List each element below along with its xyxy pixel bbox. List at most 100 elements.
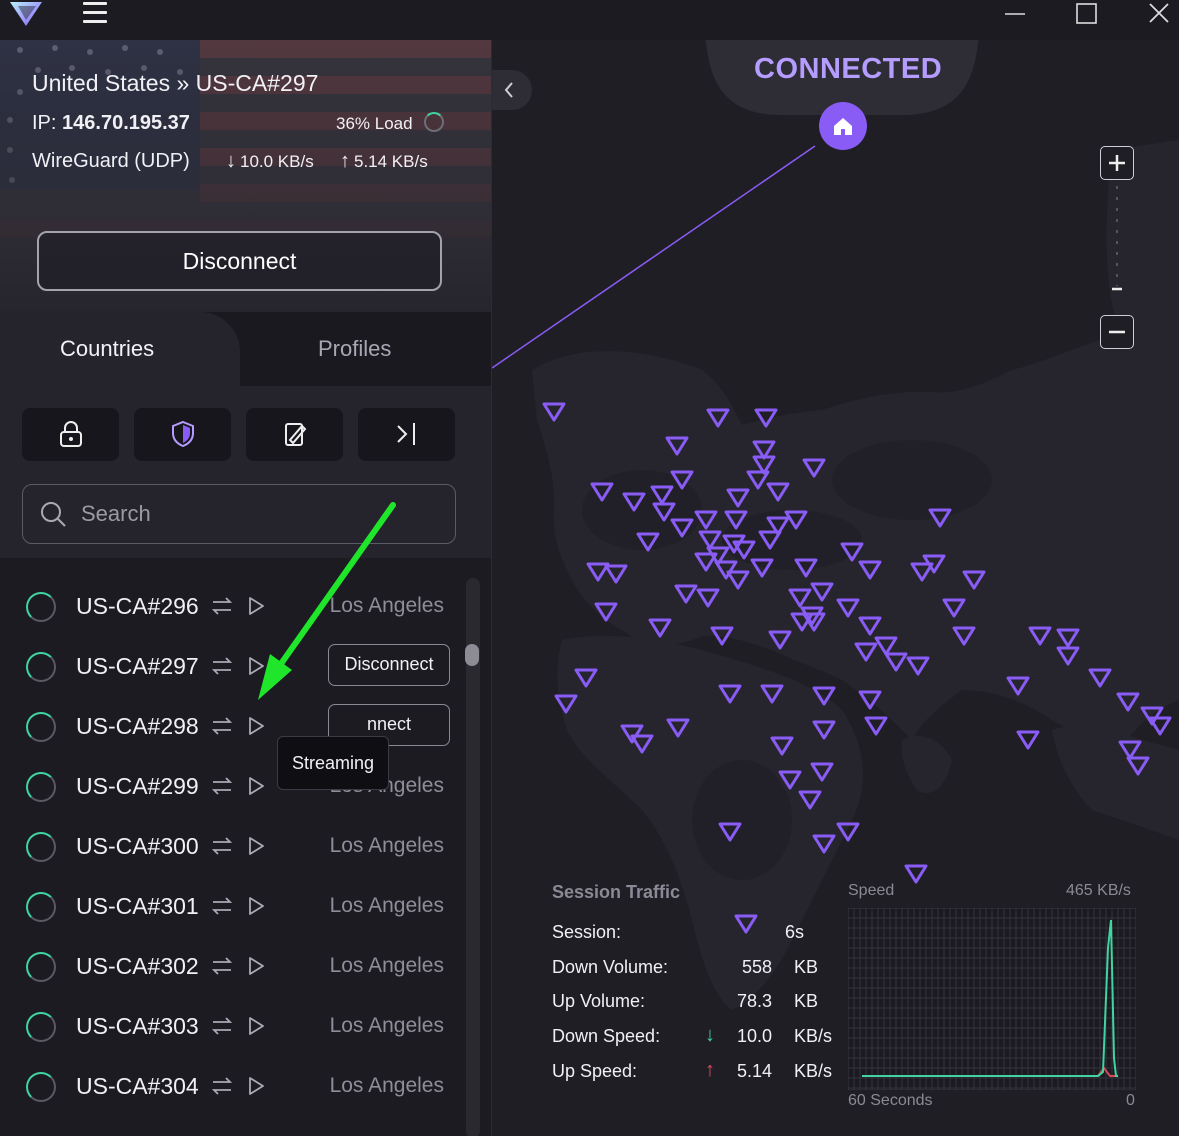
shield-icon xyxy=(172,420,194,448)
server-row[interactable]: US-CA#297 Disconnect xyxy=(0,636,460,696)
server-row[interactable]: US-CA#303 Los Angeles xyxy=(0,996,460,1056)
server-row[interactable]: US-CA#304 Los Angeles xyxy=(0,1056,460,1116)
down-volume-unit: KB xyxy=(794,957,819,977)
search-field[interactable] xyxy=(22,484,456,544)
search-input[interactable] xyxy=(81,497,441,531)
play-icon[interactable] xyxy=(245,954,267,978)
server-load: 36% Load xyxy=(336,114,413,133)
zoom-in-button[interactable] xyxy=(1100,146,1134,180)
load-indicator-icon xyxy=(424,112,444,132)
filter-killswitch-button[interactable] xyxy=(246,408,343,461)
server-title: United States » US-CA#297 xyxy=(32,70,318,97)
session-traffic-title: Session Traffic xyxy=(552,882,681,902)
home-icon xyxy=(834,118,852,135)
server-load-ring-icon xyxy=(26,1072,56,1102)
map-panel: CONNECTED Session Traffic Session: 6s Do… xyxy=(492,40,1179,1136)
server-marker-icon[interactable] xyxy=(1148,716,1172,736)
speed-graph-label: Speed xyxy=(848,882,895,899)
server-load-ring-icon xyxy=(26,832,56,862)
server-load-ring-icon xyxy=(26,1012,56,1042)
server-row[interactable]: US-CA#298 nnect xyxy=(0,696,460,756)
tab-countries[interactable]: Countries xyxy=(60,336,154,362)
speed-graph-x-start: 60 Seconds xyxy=(848,1092,933,1109)
server-row-city: Los Angeles xyxy=(329,954,444,977)
arrow-up-icon: ↑ xyxy=(705,1059,715,1081)
tab-bar: Countries Profiles xyxy=(0,312,492,386)
close-button[interactable] xyxy=(1129,0,1179,30)
server-row-city: Los Angeles xyxy=(329,1014,444,1037)
server-row-city: Los Angeles xyxy=(329,894,444,917)
session-duration-row: Session: 6s xyxy=(552,922,842,952)
server-marker-icon[interactable] xyxy=(864,716,888,736)
arrow-up-icon: ↑ xyxy=(340,150,350,172)
play-icon[interactable] xyxy=(245,894,267,918)
scrollbar-thumb[interactable] xyxy=(465,644,479,666)
edit-icon xyxy=(285,423,307,446)
server-row-name: US-CA#304 xyxy=(76,1073,199,1099)
collapse-icon xyxy=(397,423,415,445)
up-speed-unit: KB/s xyxy=(794,1061,833,1081)
down-volume-row: Down Volume: 558 KB xyxy=(552,957,842,987)
server-row[interactable]: US-CA#302 Los Angeles xyxy=(0,936,460,996)
zoom-slider[interactable] xyxy=(1112,186,1122,306)
swap-icon xyxy=(211,837,233,855)
up-volume-row: Up Volume: 78.3 KB xyxy=(552,991,842,1021)
server-connect-button[interactable]: Disconnect xyxy=(328,644,450,686)
server-row-name: US-CA#300 xyxy=(76,833,199,859)
play-icon[interactable] xyxy=(245,1014,267,1038)
server-row[interactable]: US-CA#296 Los Angeles xyxy=(0,576,460,636)
play-icon[interactable] xyxy=(245,834,267,858)
plus-icon xyxy=(1109,155,1125,171)
breadcrumb-separator: » xyxy=(176,70,190,96)
filter-netshield-button[interactable] xyxy=(134,408,231,461)
server-row-city: Los Angeles xyxy=(329,1074,444,1097)
filter-split-tunnel-button[interactable] xyxy=(358,408,455,461)
connection-header: United States » US-CA#297 IP: 146.70.195… xyxy=(0,40,492,312)
server-marker-icon[interactable] xyxy=(1016,730,1040,750)
menu-button[interactable] xyxy=(80,0,110,28)
server-marker-icon[interactable] xyxy=(904,864,928,884)
session-label: Session: xyxy=(552,922,622,942)
swap-icon xyxy=(211,1017,233,1035)
play-icon[interactable] xyxy=(245,594,267,618)
server-row-name: US-CA#302 xyxy=(76,953,199,979)
arrow-down-icon: ↓ xyxy=(705,1024,715,1046)
server-row-name: US-CA#299 xyxy=(76,773,199,799)
play-icon[interactable] xyxy=(245,654,267,678)
protocol: WireGuard (UDP) xyxy=(32,150,190,172)
close-icon xyxy=(1149,3,1169,23)
speed-graph xyxy=(848,908,1136,1090)
swap-icon xyxy=(211,1077,233,1095)
play-icon[interactable] xyxy=(245,774,267,798)
play-icon[interactable] xyxy=(245,714,267,738)
title-bar xyxy=(0,0,1179,40)
down-volume-label: Down Volume: xyxy=(552,957,669,977)
swap-icon xyxy=(211,717,233,735)
server-load-ring-icon xyxy=(26,772,56,802)
minimize-button[interactable] xyxy=(985,0,1045,30)
maximize-button[interactable] xyxy=(1057,0,1117,30)
server-row-name: US-CA#303 xyxy=(76,1013,199,1039)
speed-graph-x-end: 0 xyxy=(1126,1092,1135,1109)
play-icon[interactable] xyxy=(245,1074,267,1098)
swap-icon xyxy=(211,777,233,795)
server-row[interactable]: US-CA#301 Los Angeles xyxy=(0,876,460,936)
zoom-out-button[interactable] xyxy=(1100,315,1134,349)
server-load-ring-icon xyxy=(26,652,56,682)
down-volume-value: 558 xyxy=(741,957,772,977)
ip-label: IP: xyxy=(32,112,57,134)
download-speed-value: 10.0 KB/s xyxy=(240,152,314,171)
lock-icon xyxy=(60,421,82,447)
home-location-pin[interactable] xyxy=(819,102,867,150)
server-row[interactable]: US-CA#300 Los Angeles xyxy=(0,816,460,876)
server-row[interactable]: US-CA#299Los Angeles xyxy=(0,756,460,816)
up-speed-value: 5.14 xyxy=(736,1061,772,1081)
collapse-panel-button[interactable] xyxy=(492,70,532,110)
server-load-ring-icon xyxy=(26,952,56,982)
server-row-city: Los Angeles xyxy=(329,834,444,857)
filter-secure-core-button[interactable] xyxy=(22,408,119,461)
disconnect-button[interactable]: Disconnect xyxy=(37,231,442,291)
connection-status: CONNECTED xyxy=(754,53,943,85)
tab-profiles[interactable]: Profiles xyxy=(318,336,391,362)
up-volume-label: Up Volume: xyxy=(552,991,646,1011)
